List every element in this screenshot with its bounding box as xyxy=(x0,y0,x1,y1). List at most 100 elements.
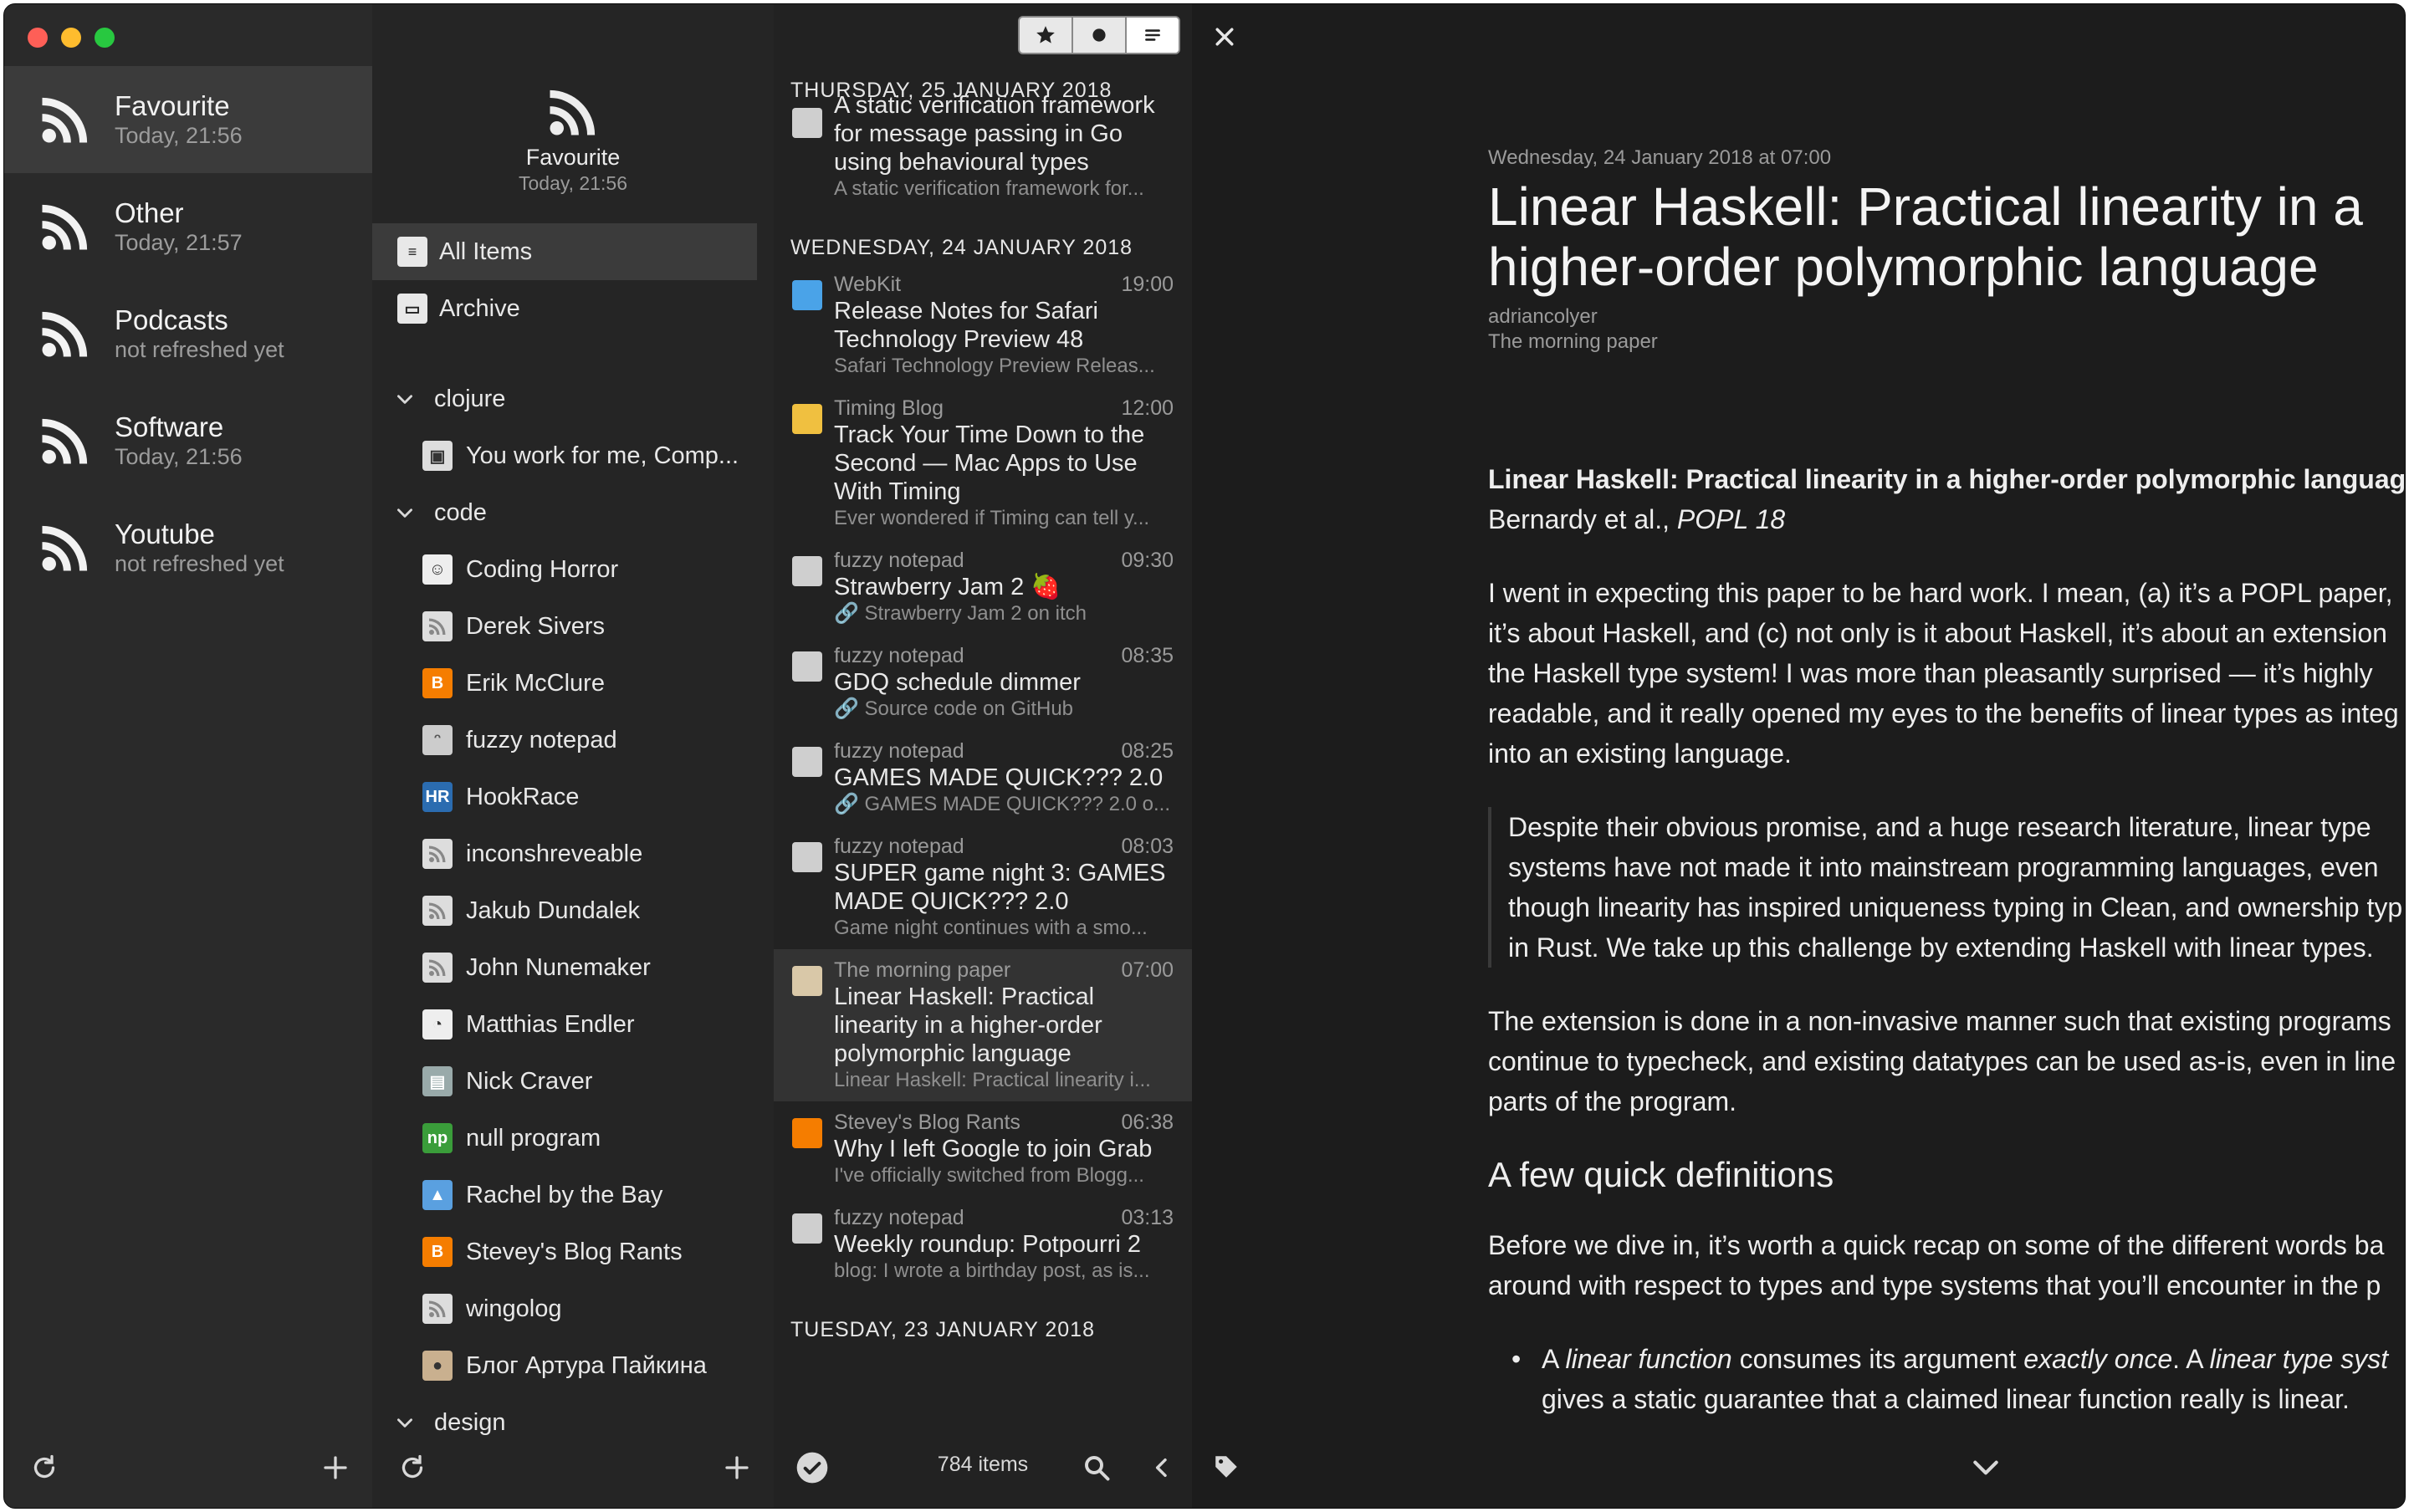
feed-item[interactable]: Jakub Dundalek xyxy=(372,882,774,939)
feed-favicon: ▤ xyxy=(422,1066,453,1096)
article-meta: fuzzy notepad 09:30 xyxy=(834,548,1174,573)
feed-favicon: ▲ xyxy=(422,1180,453,1210)
feed-favicon xyxy=(422,953,453,983)
feed-favicon: ▣ xyxy=(422,441,453,471)
feed-archive[interactable]: ▭ Archive xyxy=(372,280,774,337)
text-run: linear function xyxy=(1565,1344,1732,1374)
account-item[interactable]: Favourite Today, 21:56 xyxy=(4,66,372,173)
article-row[interactable]: Timing Blog 12:00 Track Your Time Down to … xyxy=(774,387,1192,539)
feed-all-items[interactable]: ≡ All Items xyxy=(372,223,757,280)
account-item[interactable]: Podcasts not refreshed yet xyxy=(4,280,372,387)
article-source: fuzzy notepad xyxy=(834,1206,964,1229)
chevron-down-icon[interactable] xyxy=(394,388,416,410)
feed-label: Jakub Dundalek xyxy=(466,896,640,924)
article-source: fuzzy notepad xyxy=(834,739,964,763)
article-favicon xyxy=(792,280,822,310)
add-account-icon[interactable] xyxy=(320,1453,350,1483)
article-row[interactable]: The morning paper 07:00 Linear Haskell: Pr… xyxy=(774,949,1192,1101)
chevron-down-icon[interactable] xyxy=(1970,1456,2002,1479)
group-label: clojure xyxy=(434,385,506,412)
reader-footer xyxy=(1192,1428,2405,1508)
zoom-window-button[interactable] xyxy=(95,28,115,48)
article-summary: 🔗 GAMES MADE QUICK??? 2.0 o... xyxy=(834,793,1171,815)
close-window-button[interactable] xyxy=(28,28,48,48)
article-time: 09:30 xyxy=(1121,549,1174,572)
article-source: The morning paper xyxy=(1488,330,1658,353)
star-icon xyxy=(1036,26,1055,43)
feed-item[interactable]: ▤ Nick Craver xyxy=(372,1053,774,1110)
feed-group[interactable]: clojure xyxy=(372,370,774,427)
text-line: Before we dive in, it’s worth a quick re… xyxy=(1488,1230,2385,1260)
article-title: GAMES MADE QUICK??? 2.0 xyxy=(834,764,1164,791)
account-name: Software xyxy=(115,411,224,442)
text-line: the Haskell type system! I was more than… xyxy=(1488,658,2373,688)
article-row[interactable]: A static verification framework for mess… xyxy=(774,91,1192,210)
feeds-footer xyxy=(372,1428,774,1508)
account-item[interactable]: Youtube not refreshed yet xyxy=(4,494,372,601)
feed-item[interactable]: ▲ Rachel by the Bay xyxy=(372,1167,774,1223)
search-icon[interactable] xyxy=(1082,1453,1112,1483)
feed-item[interactable]: John Nunemaker xyxy=(372,939,774,996)
feed-item[interactable]: ◔ Matthias Endler xyxy=(372,996,774,1053)
feed-item[interactable]: inconshreveable xyxy=(372,825,774,882)
article-row[interactable]: fuzzy notepad 08:35 GDQ schedule dimmer 🔗 S… xyxy=(774,635,1192,730)
article-summary: A static verification framework for... xyxy=(834,177,1144,200)
account-item[interactable]: Software Today, 21:56 xyxy=(4,387,372,494)
article-row[interactable]: fuzzy notepad 08:25 GAMES MADE QUICK??? 2.… xyxy=(774,730,1192,825)
chevron-left-icon[interactable] xyxy=(1148,1454,1175,1481)
citation-authors: Bernardy et al., xyxy=(1488,504,1677,534)
text-line: systems have not made it into mainstream… xyxy=(1508,852,2379,882)
citation-venue[interactable]: POPL 18 xyxy=(1677,504,1785,534)
article-row[interactable]: fuzzy notepad 08:03 SUPER game night 3: GA… xyxy=(774,825,1192,949)
feed-label: null program xyxy=(466,1124,601,1152)
feed-item[interactable]: HR HookRace xyxy=(372,769,774,825)
lines-icon xyxy=(1145,29,1160,41)
feed-item[interactable]: wingolog xyxy=(372,1280,774,1337)
article-meta: Timing Blog 12:00 xyxy=(834,396,1174,421)
chevron-down-icon[interactable] xyxy=(394,502,416,524)
feed-group[interactable]: code xyxy=(372,484,774,541)
minimize-window-button[interactable] xyxy=(61,28,81,48)
account-text: Youtube not refreshed yet xyxy=(115,518,284,577)
article-title: Weekly roundup: Potpourri 2 xyxy=(834,1231,1142,1258)
feed-favicon: ☺ xyxy=(422,554,453,585)
refresh-feeds-icon[interactable] xyxy=(397,1453,427,1483)
feed-item[interactable]: B Stevey's Blog Rants xyxy=(372,1223,774,1280)
article-author: adriancolyer xyxy=(1488,305,1598,328)
feed-favicon: ● xyxy=(422,1351,453,1381)
text-run: . A xyxy=(2172,1344,2210,1374)
starred-filter-button[interactable] xyxy=(1020,18,1073,53)
article-row[interactable]: fuzzy notepad 03:13 Weekly roundup: Potpou… xyxy=(774,1197,1192,1292)
feed-label: fuzzy notepad xyxy=(466,726,617,753)
account-item[interactable]: Other Today, 21:57 xyxy=(4,173,372,280)
refresh-icon[interactable] xyxy=(29,1453,59,1483)
account-status: not refreshed yet xyxy=(115,551,284,576)
close-icon[interactable] xyxy=(1212,24,1237,49)
feed-item[interactable]: ᵔ fuzzy notepad xyxy=(372,712,774,769)
citation-title: Linear Haskell: Practical linearity in a… xyxy=(1488,464,2406,494)
rss-icon xyxy=(38,92,93,147)
feed-item[interactable]: np null program xyxy=(372,1110,774,1167)
feed-item[interactable]: ☺ Coding Horror xyxy=(372,541,774,598)
text-line: The extension is done in a non-invasive … xyxy=(1488,1006,2391,1036)
feed-item[interactable]: ▣ You work for me, Comp... xyxy=(372,427,774,484)
tag-icon[interactable] xyxy=(1212,1453,1240,1481)
filter-segmented-control xyxy=(1018,16,1180,54)
window-controls xyxy=(28,28,115,48)
feed-favicon xyxy=(422,839,453,869)
article-row[interactable]: Stevey's Blog Rants 06:38 Why I left Googl… xyxy=(774,1101,1192,1197)
feed-label: Matthias Endler xyxy=(466,1010,635,1038)
feed-header-subtitle: Today, 21:56 xyxy=(518,172,627,194)
feed-item[interactable]: Derek Sivers xyxy=(372,598,774,655)
article-row[interactable]: WebKit 19:00 Release Notes for Safari Tech… xyxy=(774,263,1192,387)
unread-filter-button[interactable] xyxy=(1073,18,1127,53)
feed-item[interactable]: B Erik McClure xyxy=(372,655,774,712)
add-feed-icon[interactable] xyxy=(722,1453,752,1483)
item-count: 784 items xyxy=(937,1453,1029,1476)
all-filter-button[interactable] xyxy=(1127,18,1179,53)
article-favicon xyxy=(792,842,822,872)
article-row[interactable]: fuzzy notepad 09:30 Strawberry Jam 2 🍓 🔗 St… xyxy=(774,539,1192,635)
feed-item[interactable]: ● Блог Артура Пайкина xyxy=(372,1337,774,1394)
article-time: 06:38 xyxy=(1121,1111,1174,1134)
text-line: it’s about Haskell, and (c) not only is … xyxy=(1488,618,2387,648)
